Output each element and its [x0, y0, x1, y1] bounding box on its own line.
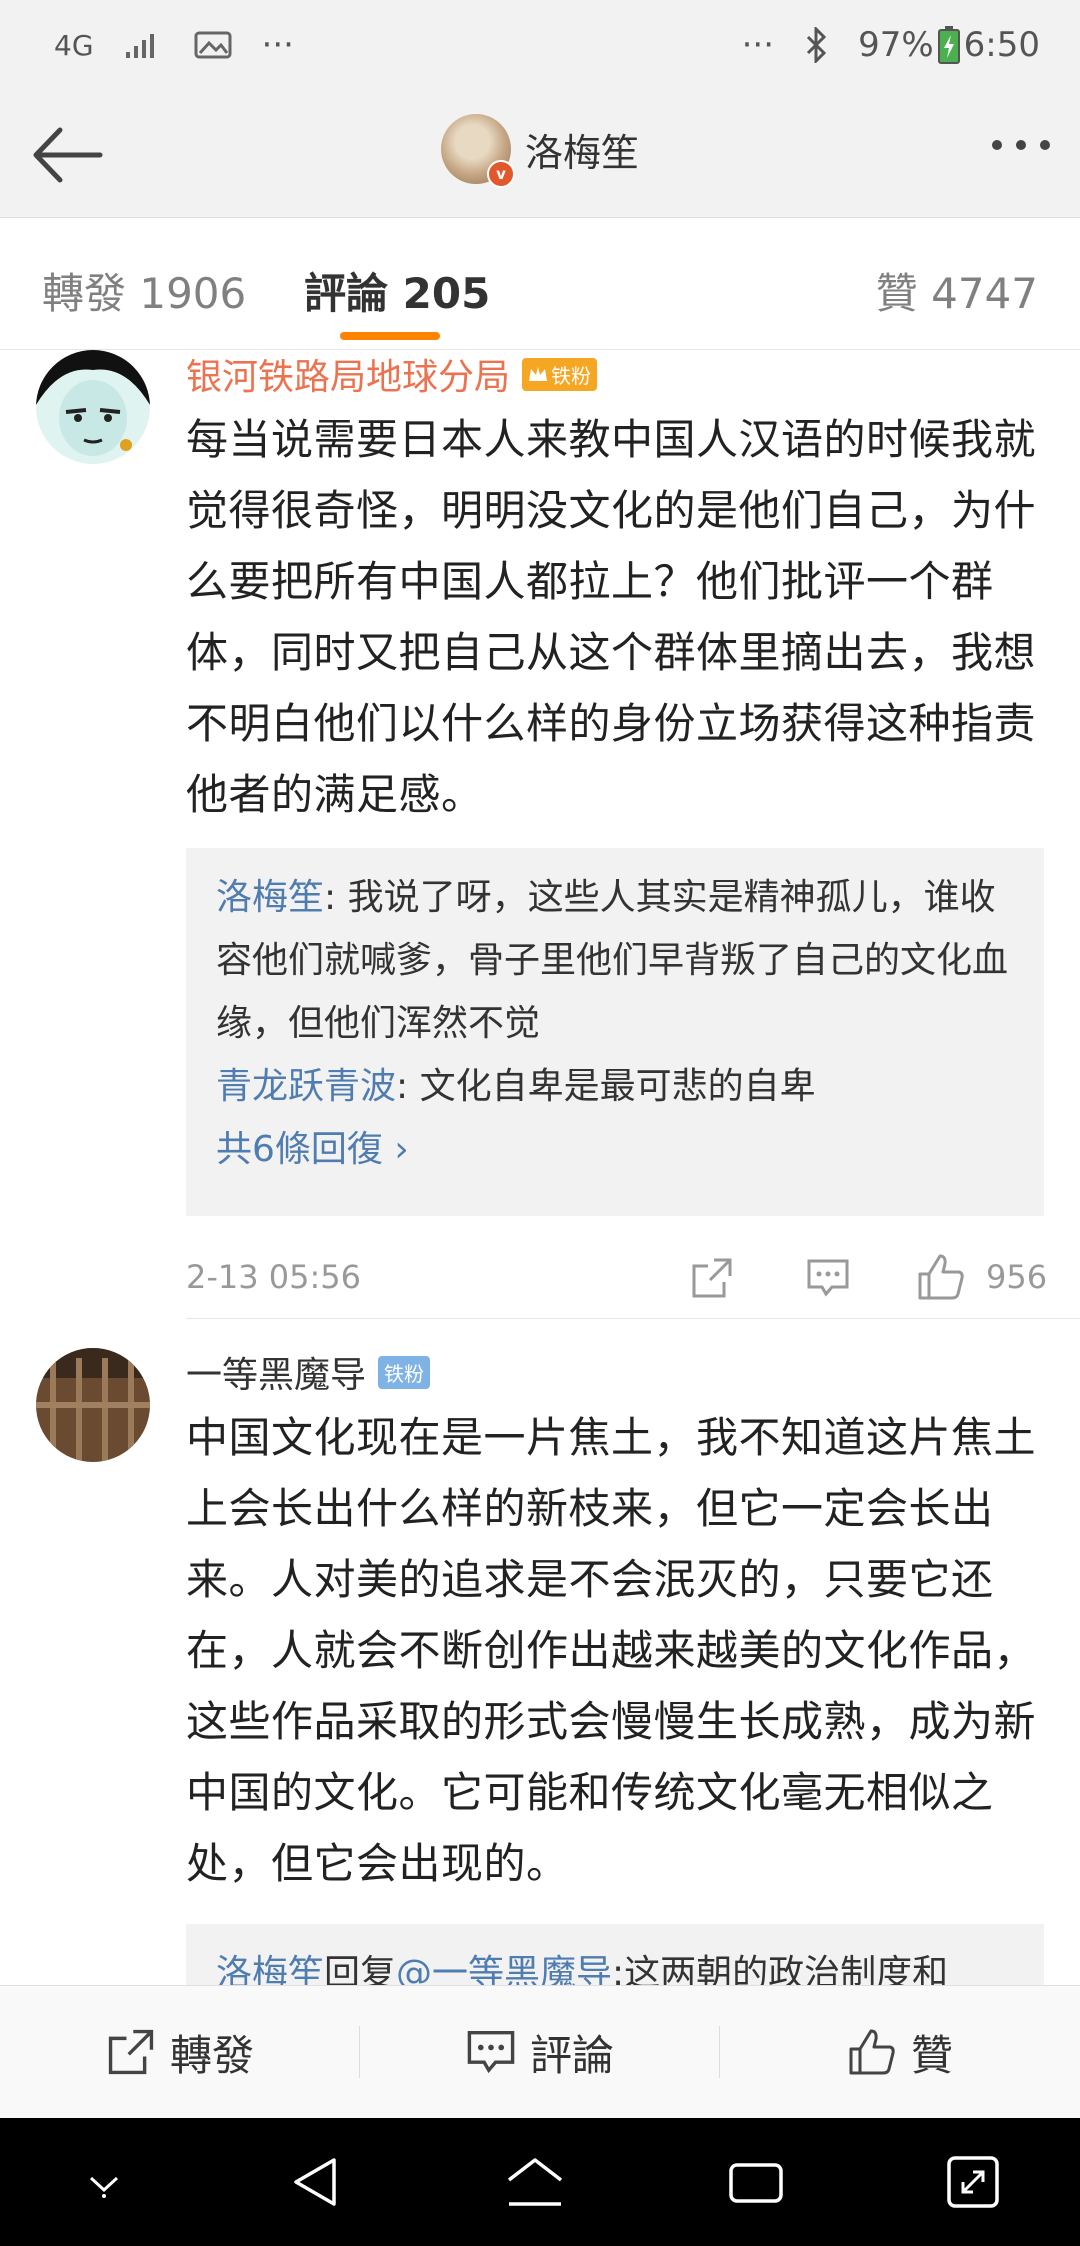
fan-badge: 铁粉 [522, 357, 598, 391]
avatar[interactable]: v [440, 114, 515, 188]
dot [992, 140, 1002, 150]
tab-comments[interactable]: 評論 205 [304, 260, 490, 321]
header-user[interactable]: v 洛梅笙 [0, 114, 1080, 188]
reply-text: 文化自卑是最可悲的自卑 [419, 1066, 816, 1107]
like-count: 956 [986, 1258, 1048, 1296]
signal-icon [125, 34, 154, 58]
badge-label: 铁粉 [551, 363, 592, 388]
dot [1040, 140, 1050, 150]
comment-footer: 2-13 05:56 956 [186, 1250, 1048, 1310]
hide-keyboard-icon[interactable] [79, 2162, 129, 2202]
share-icon[interactable] [690, 1256, 734, 1300]
battery-icon [937, 26, 960, 64]
more-notifications-icon: ··· [261, 25, 294, 65]
dot [1016, 140, 1026, 150]
reply-item: 洛梅笙: 我说了呀，这些人其实是精神孤儿，谁收容他们就喊爹，骨子里他们早背叛了自… [216, 866, 1014, 1055]
bottom-action-bar: 轉發 評論 贊 [0, 1985, 1080, 2118]
nav-home-icon[interactable] [503, 2154, 567, 2210]
like-icon [849, 2029, 895, 2075]
status-bar: 4G ··· ··· 97% 6:50 [0, 0, 1080, 90]
active-tab-indicator [340, 332, 440, 340]
reply-author[interactable]: 青龙跃青波 [216, 1066, 396, 1107]
tab-likes[interactable]: 贊 4747 [876, 260, 1038, 321]
bluetooth-icon [807, 27, 827, 63]
fan-badge: 铁粉 [378, 1355, 431, 1389]
repost-label: 轉發 [169, 2030, 254, 2080]
crown-icon [529, 367, 548, 381]
reply-separator: : [396, 1066, 420, 1107]
divider [186, 1318, 1080, 1319]
view-more-replies-link[interactable]: 共6條回復 › [216, 1118, 1014, 1181]
comment-label: 評論 [529, 2030, 614, 2080]
network-indicator: 4G [54, 28, 94, 62]
like-icon[interactable] [916, 1252, 966, 1302]
comment-author-row: 一等黑魔导 铁粉 [186, 1346, 431, 1398]
reply-box[interactable]: 洛梅笙: 我说了呀，这些人其实是精神孤儿，谁收容他们就喊爹，骨子里他们早背叛了自… [186, 848, 1044, 1216]
share-icon [108, 2029, 154, 2075]
reply-separator: : [324, 877, 348, 918]
clock: 6:50 [963, 25, 1040, 65]
commenter-avatar[interactable] [36, 350, 150, 464]
repost-button[interactable]: 轉發 [0, 1986, 360, 2118]
nav-recents-icon[interactable] [726, 2157, 786, 2207]
header-username[interactable]: 洛梅笙 [525, 122, 639, 177]
tab-repost[interactable]: 轉發 1906 [42, 260, 246, 321]
verified-badge: v [486, 160, 515, 188]
badge-label: 铁粉 [384, 1361, 425, 1386]
commenter-avatar[interactable] [36, 1348, 150, 1462]
top-nav-header: v 洛梅笙 [0, 90, 1080, 218]
comment-author[interactable]: 一等黑魔导 [186, 1346, 366, 1398]
tab-bar: 轉發 1906 評論 205 贊 4747 [0, 218, 1080, 350]
comment-author-row: 银河铁路局地球分局 铁粉 [186, 348, 598, 400]
like-label: 贊 [910, 2030, 953, 2080]
reply-item: 青龙跃青波: 文化自卑是最可悲的自卑 [216, 1055, 1014, 1118]
comment-text: 中国文化现在是一片焦土，我不知道这片焦土上会长出什么样的新枝来，但它一定会长出来… [186, 1413, 1037, 1888]
battery-percent: 97% [858, 25, 934, 65]
nav-expand-icon[interactable] [945, 2154, 1001, 2210]
image-notification-icon [194, 31, 232, 59]
more-options-button[interactable] [992, 140, 1050, 150]
reply-author[interactable]: 洛梅笙 [216, 877, 324, 918]
comment-icon [467, 2030, 515, 2074]
comment-icon[interactable] [806, 1258, 850, 1298]
comment-time: 2-13 05:56 [186, 1258, 362, 1296]
nav-back-icon[interactable] [288, 2154, 344, 2210]
more-status-icon: ··· [741, 25, 775, 65]
comment-button[interactable]: 評論 [360, 1986, 720, 2118]
system-nav-bar [0, 2118, 1080, 2246]
comment-text: 每当说需要日本人来教中国人汉语的时候我就觉得很奇怪，明明没文化的是他们自己，为什… [186, 415, 1037, 819]
like-button[interactable]: 贊 [720, 1986, 1080, 2118]
comment-author[interactable]: 银河铁路局地球分局 [186, 348, 510, 400]
